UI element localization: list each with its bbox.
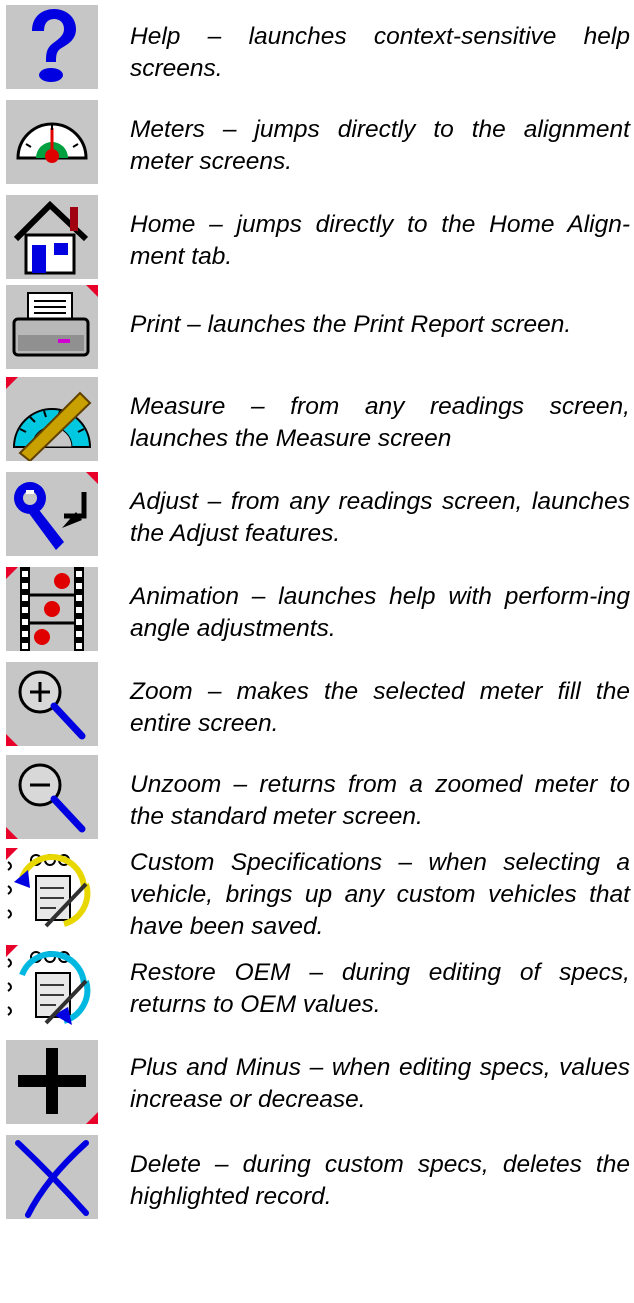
- corner-marker: [6, 945, 18, 957]
- measure-protractor-icon[interactable]: [6, 377, 98, 461]
- corner-marker: [6, 734, 18, 746]
- unzoom-description: Unzoom – returns from a zoomed meter to …: [130, 771, 630, 830]
- plus-icon[interactable]: [6, 1040, 98, 1124]
- corner-marker: [6, 848, 18, 860]
- zoom-description: Zoom – makes the selected meter fill the…: [130, 678, 630, 737]
- corner-marker: [6, 567, 18, 579]
- custom-specifications-icon[interactable]: [6, 848, 98, 932]
- print-description: Print – launches the Print Report screen…: [130, 311, 572, 338]
- restore-oem-description: Restore OEM – during editing of specs, r…: [130, 959, 630, 1018]
- delete-x-icon[interactable]: [6, 1135, 98, 1219]
- home-house-icon[interactable]: [6, 195, 98, 279]
- corner-marker: [86, 472, 98, 484]
- restore-oem-icon[interactable]: [6, 945, 98, 1029]
- corner-marker: [6, 827, 18, 839]
- measure-description: Measure – from any readings screen, laun…: [130, 393, 630, 452]
- print-printer-icon[interactable]: [6, 285, 98, 369]
- animation-description: Animation – launches help with perform-i…: [130, 583, 630, 642]
- adjust-description: Adjust – from any readings screen, launc…: [130, 488, 630, 547]
- zoom-out-magnifier-icon[interactable]: [6, 755, 98, 839]
- meters-description: Meters – jumps directly to the alignment…: [130, 116, 630, 175]
- plus-minus-description: Plus and Minus – when editing specs, val…: [130, 1054, 630, 1113]
- corner-marker: [86, 285, 98, 297]
- meters-gauge-icon[interactable]: [6, 100, 98, 184]
- home-description: Home – jumps directly to the Home Align-…: [130, 211, 630, 270]
- custom-specifications-description: Custom Specifications – when selecting a…: [130, 849, 630, 940]
- corner-marker: [86, 1112, 98, 1124]
- adjust-wrench-icon[interactable]: [6, 472, 98, 556]
- animation-filmstrip-icon[interactable]: [6, 567, 98, 651]
- delete-description: Delete – during custom specs, deletes th…: [130, 1151, 630, 1210]
- help-question-icon[interactable]: [6, 5, 98, 89]
- corner-marker: [6, 377, 18, 389]
- zoom-in-magnifier-icon[interactable]: [6, 662, 98, 746]
- help-description: Help – launches context-sensitive help s…: [130, 23, 630, 82]
